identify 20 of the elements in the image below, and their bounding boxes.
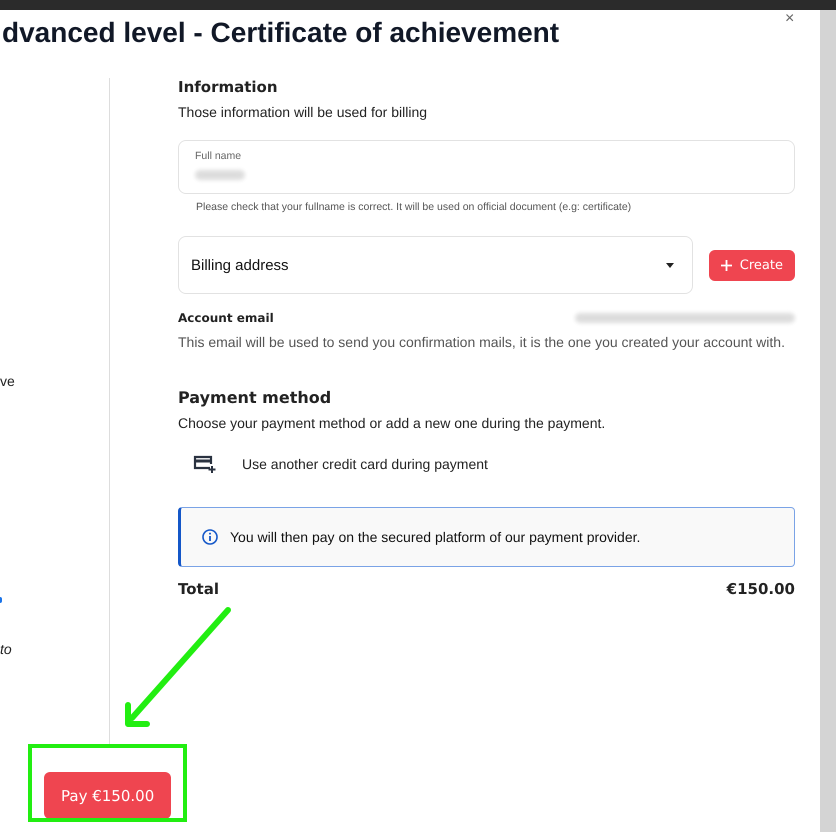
full-name-field[interactable]: Full name bbox=[178, 140, 795, 194]
payment-option[interactable]: Use another credit card during payment bbox=[242, 456, 488, 472]
field-hint: Please check that your fullname is correct. It will be used on official document (e.g: certificate) bbox=[196, 201, 632, 213]
create-button[interactable]: Create bbox=[708, 250, 795, 280]
dialog-title: dvanced level - Certificate of achievement bbox=[2, 16, 560, 50]
text-fragment: ve bbox=[0, 373, 15, 389]
account-email-label: Account email bbox=[178, 311, 274, 325]
total-label: Total bbox=[178, 580, 219, 598]
total-amount: €150.00 bbox=[726, 580, 795, 598]
section-subtitle: Choose your payment method or add a new one during the payment. bbox=[178, 415, 606, 431]
field-label: Full name bbox=[195, 150, 242, 162]
section-heading: Information bbox=[178, 78, 279, 96]
section-subtitle: Those information will be used for billing bbox=[178, 104, 428, 120]
pay-button[interactable]: Pay €150.00 bbox=[44, 772, 172, 819]
close-icon[interactable]: × bbox=[785, 11, 794, 27]
billing-address-select[interactable]: Billing address bbox=[178, 236, 693, 294]
section-heading: Payment method bbox=[178, 388, 332, 407]
text-fragment: to bbox=[0, 641, 12, 657]
account-email-description: This email will be used to send you confirmation mails, it is the one you created your account with. bbox=[178, 334, 786, 350]
notice-text: You will then pay on the secured platform of our payment provider. bbox=[230, 529, 640, 545]
